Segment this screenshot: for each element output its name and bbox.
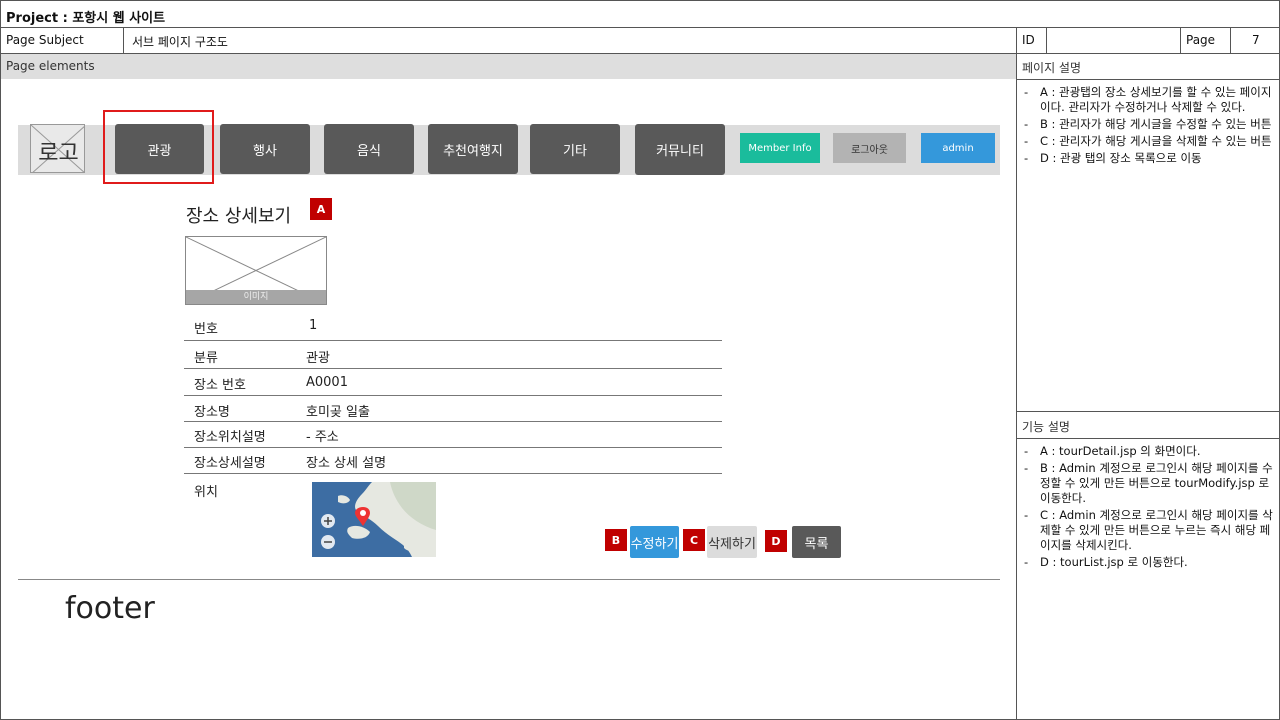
divider [0,27,1280,28]
location-map[interactable] [312,482,436,557]
page-elements-label: Page elements [6,59,95,73]
row-value-place-name: 호미곶 일출 [306,405,370,420]
divider [1016,27,1017,720]
marker-c: C [683,529,705,551]
page-description-list: A : 관광탭의 장소 상세보기를 할 수 있는 페이지이다. 관리자가 수정하… [1022,85,1274,168]
modify-button[interactable]: 수정하기 [630,526,679,558]
row-label-location-desc: 장소위치설명 [194,430,266,445]
delete-button[interactable]: 삭제하기 [707,526,757,558]
row-label-location: 위치 [194,485,218,500]
marker-b: B [605,529,627,551]
row-value-number: 1 [309,318,318,333]
row-value-category: 관광 [306,351,330,366]
page-subject-value: 서브 페이지 구조도 [132,35,228,49]
page-number: 7 [1252,33,1260,47]
row-divider [184,395,722,396]
function-description-item: A : tourDetail.jsp 의 화면이다. [1022,444,1274,459]
row-divider [184,368,722,369]
divider [1180,27,1181,54]
nav-etc-button[interactable]: 기타 [530,124,620,174]
logo[interactable]: 로고 [30,124,85,173]
row-value-location-desc: - 주소 [306,430,339,445]
divider [1017,411,1280,412]
project-title: Project : 포항시 웹 사이트 [6,11,166,26]
row-divider [184,473,722,474]
page-elements-bar [1,54,1016,79]
page-description-item: A : 관광탭의 장소 상세보기를 할 수 있는 페이지이다. 관리자가 수정하… [1022,85,1274,115]
function-description-item: B : Admin 계정으로 로그인시 해당 페이지를 수정할 수 있게 만든 … [1022,461,1274,506]
list-button[interactable]: 목록 [792,526,841,558]
divider [1046,27,1047,54]
admin-button[interactable]: admin [921,133,995,163]
page-label: Page [1186,33,1216,47]
marker-a: A [310,198,332,220]
row-value-place-number: A0001 [306,375,348,390]
page-description-item: C : 관리자가 해당 게시글을 삭제할 수 있는 버튼 [1022,134,1274,149]
page-description-title: 페이지 설명 [1022,61,1082,75]
divider [1017,438,1280,439]
function-description-title: 기능 설명 [1022,420,1070,434]
marker-d: D [765,530,787,552]
nav-community-button[interactable]: 커뮤니티 [635,124,725,175]
row-divider [184,340,722,341]
page-description-item: D : 관광 탭의 장소 목록으로 이동 [1022,151,1274,166]
nav-event-button[interactable]: 행사 [220,124,310,174]
page-title: 장소 상세보기 [186,206,292,227]
id-label: ID [1022,33,1035,47]
divider [1017,79,1280,80]
footer-divider [18,579,1000,580]
row-divider [184,447,722,448]
divider [123,27,124,54]
row-label-place-name: 장소명 [194,405,230,420]
divider [1230,27,1231,54]
logo-text: 로고 [38,141,79,166]
active-tab-highlight [103,110,214,184]
row-label-number: 번호 [194,322,218,337]
map-image [312,482,436,557]
footer: footer [65,591,155,626]
image-caption: 이미지 [186,290,326,304]
image-placeholder: 이미지 [185,236,327,305]
function-description-list: A : tourDetail.jsp 의 화면이다. B : Admin 계정으… [1022,444,1274,572]
nav-recommended-button[interactable]: 추천여행지 [428,124,518,174]
row-divider [184,421,722,422]
row-value-detail-desc: 장소 상세 설명 [306,456,387,471]
function-description-item: C : Admin 계정으로 로그인시 해당 페이지를 삭제할 수 있게 만든 … [1022,508,1274,553]
logout-button[interactable]: 로그아웃 [833,133,906,163]
row-label-detail-desc: 장소상세설명 [194,456,266,471]
row-label-place-number: 장소 번호 [194,378,246,393]
function-description-item: D : tourList.jsp 로 이동한다. [1022,555,1274,570]
member-info-button[interactable]: Member Info [740,133,820,163]
page-description-item: B : 관리자가 해당 게시글을 수정할 수 있는 버튼 [1022,117,1274,132]
nav-food-button[interactable]: 음식 [324,124,414,174]
row-label-category: 분류 [194,351,218,366]
page-subject-label: Page Subject [6,33,84,47]
